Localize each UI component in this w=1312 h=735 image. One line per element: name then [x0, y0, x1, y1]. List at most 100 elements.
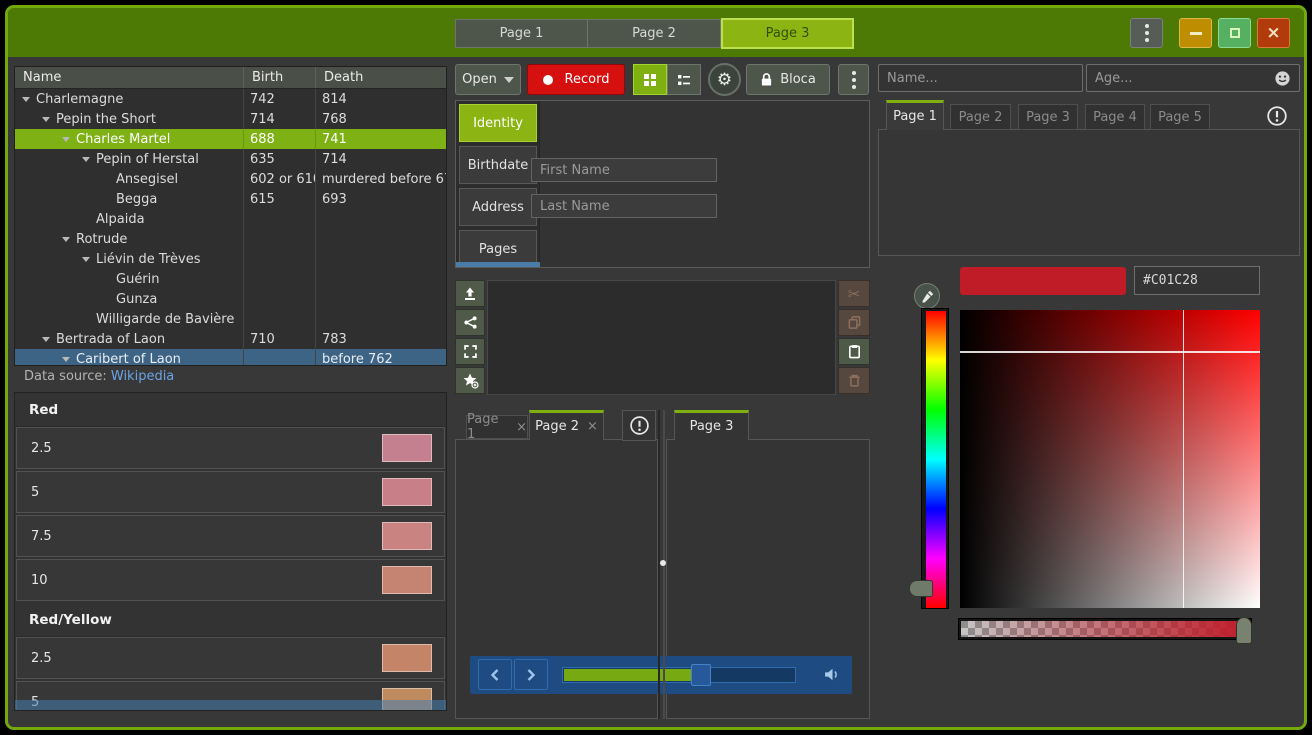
settings-button[interactable]: ⚙ — [708, 63, 741, 96]
tree-row[interactable]: Alpaida — [15, 209, 446, 229]
munsell-item[interactable]: 10 — [16, 559, 445, 601]
window-menu-button[interactable] — [1130, 18, 1163, 48]
tree-row-selected[interactable]: Charles Martel 688741 — [15, 129, 446, 149]
eyedropper-button[interactable] — [914, 283, 940, 309]
maximize-button[interactable] — [1218, 18, 1251, 48]
delete-button[interactable] — [838, 367, 870, 394]
header-tab-page2[interactable]: Page 2 — [588, 19, 721, 48]
tree-row[interactable]: Liévin de Trèves — [15, 249, 446, 269]
right-tab-page1[interactable]: Page 1 — [886, 100, 944, 130]
next-button[interactable] — [514, 659, 548, 690]
current-color-swatch[interactable] — [960, 267, 1126, 295]
star-new-icon — [462, 372, 479, 389]
tree-row[interactable]: Begga 615693 — [15, 189, 446, 209]
tree-row[interactable]: Pepin the Short 714768 — [15, 109, 446, 129]
expander-icon[interactable] — [22, 97, 36, 102]
tree-row[interactable]: Willigarde de Bavière — [15, 309, 446, 329]
tree-row[interactable]: Pepin of Herstal 635714 — [15, 149, 446, 169]
munsell-item[interactable]: 2.5 — [16, 637, 445, 679]
scissors-icon: ✂ — [848, 285, 861, 303]
hue-handle[interactable] — [909, 580, 933, 597]
list-view-button[interactable] — [667, 64, 701, 95]
emoji-picker-button[interactable] — [1274, 70, 1291, 87]
hex-color-field[interactable] — [1134, 266, 1260, 295]
open-dropdown-button[interactable]: Open — [455, 64, 521, 95]
close-tab-icon[interactable]: × — [587, 419, 598, 434]
first-name-field[interactable] — [531, 158, 717, 182]
fullscreen-button[interactable] — [455, 338, 485, 365]
tab-page3[interactable]: Page 3 — [674, 410, 749, 440]
expander-icon[interactable] — [62, 357, 76, 362]
right-warning-button[interactable] — [1264, 103, 1290, 129]
tab-identity[interactable]: Identity — [459, 104, 537, 142]
seek-slider[interactable] — [562, 667, 796, 683]
hue-gradient[interactable] — [926, 311, 946, 608]
tree-row[interactable]: Gunza — [15, 289, 446, 309]
munsell-item[interactable]: 2.5 — [16, 427, 445, 469]
family-tree-table: Name Birth Death Charlemagne 742814 Pepi… — [14, 66, 447, 366]
record-button[interactable]: Record — [527, 64, 625, 95]
munsell-item[interactable]: 7.5 — [16, 515, 445, 557]
clipboard-panel: ✂ — [455, 280, 870, 395]
panel-splitter[interactable] — [658, 410, 666, 719]
tree-row-partially-visible[interactable]: Caribert of Laon before 762 — [15, 349, 446, 366]
record-icon — [543, 75, 553, 85]
expander-icon[interactable] — [42, 337, 56, 342]
share-button[interactable] — [455, 309, 485, 336]
smiley-icon — [1274, 70, 1291, 87]
tab-page2-closable[interactable]: Page 2× — [529, 410, 604, 440]
tree-col-death[interactable]: Death — [315, 67, 446, 88]
cut-button[interactable]: ✂ — [838, 280, 870, 307]
header-tab-page3[interactable]: Page 3 — [721, 18, 854, 49]
expander-icon[interactable] — [62, 137, 76, 142]
tree-col-birth[interactable]: Birth — [243, 67, 315, 88]
right-tab-page2[interactable]: Page 2 — [950, 104, 1011, 130]
alpha-slider[interactable] — [958, 618, 1252, 640]
close-button[interactable]: × — [1257, 18, 1290, 48]
gear-icon: ⚙ — [717, 70, 732, 90]
more-options-button[interactable] — [838, 64, 869, 95]
wikipedia-link[interactable]: Wikipedia — [111, 369, 174, 384]
seek-handle[interactable] — [691, 664, 711, 686]
tree-row[interactable]: Bertrada of Laon 710783 — [15, 329, 446, 349]
lock-button[interactable]: Bloca — [746, 64, 830, 95]
upload-button[interactable] — [455, 280, 485, 307]
horizontal-scroll-indicator[interactable] — [15, 700, 446, 710]
sv-cursor-vertical — [1183, 310, 1185, 608]
tree-col-name[interactable]: Name — [15, 67, 243, 88]
name-input[interactable] — [878, 64, 1083, 92]
trash-icon — [847, 373, 862, 388]
favorite-new-button[interactable] — [455, 367, 485, 394]
right-tab-page3[interactable]: Page 3 — [1018, 104, 1078, 130]
expander-icon[interactable] — [62, 237, 76, 242]
copy-button[interactable] — [838, 309, 870, 336]
alpha-gradient[interactable] — [961, 621, 1249, 637]
volume-button[interactable] — [823, 666, 842, 683]
tree-row[interactable]: Charlemagne 742814 — [15, 89, 446, 109]
tree-row[interactable]: Rotrude — [15, 229, 446, 249]
saturation-value-square[interactable] — [960, 310, 1260, 608]
hue-slider[interactable] — [921, 308, 949, 609]
tree-row[interactable]: Ansegisel 602 or 610murdered before 679 — [15, 169, 446, 189]
right-tab-page5[interactable]: Page 5 — [1150, 104, 1210, 130]
paste-button[interactable] — [838, 338, 870, 365]
munsell-item[interactable]: 5 — [16, 471, 445, 513]
tab-address[interactable]: Address — [459, 188, 537, 226]
expander-icon[interactable] — [42, 117, 56, 122]
tree-row[interactable]: Guérin — [15, 269, 446, 289]
grid-view-button[interactable] — [633, 64, 667, 95]
tab-page1-closable[interactable]: Page 1× — [466, 415, 528, 439]
expander-icon[interactable] — [82, 157, 96, 162]
alpha-handle[interactable] — [1236, 617, 1252, 644]
view-mode-segmented-control — [633, 64, 701, 95]
close-tab-icon[interactable]: × — [516, 420, 527, 435]
warning-button[interactable] — [622, 410, 656, 441]
last-name-field[interactable] — [531, 194, 717, 218]
tab-birthdate[interactable]: Birthdate — [459, 146, 537, 184]
right-tab-page4[interactable]: Page 4 — [1085, 104, 1145, 130]
expander-icon[interactable] — [82, 257, 96, 262]
previous-button[interactable] — [478, 659, 512, 690]
header-tab-page1[interactable]: Page 1 — [455, 19, 588, 48]
age-input[interactable] — [1086, 64, 1300, 92]
minimize-button[interactable] — [1179, 18, 1212, 48]
